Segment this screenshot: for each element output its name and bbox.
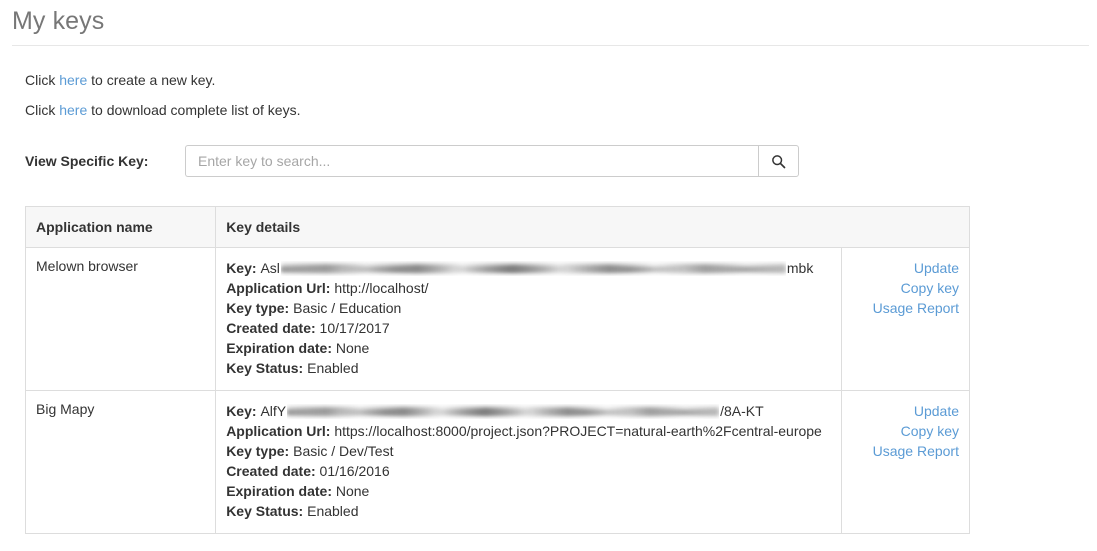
search-input-group <box>185 145 799 177</box>
intro-text-block: Click here to create a new key. Click he… <box>0 46 1097 117</box>
expiration-date-value: None <box>335 340 370 356</box>
key-type-label: Key type: <box>226 443 290 459</box>
create-new-key-link[interactable]: here <box>59 72 87 88</box>
application-name: Melown browser <box>36 258 138 274</box>
application-url-label: Application Url: <box>226 423 331 439</box>
created-date-label: Created date: <box>226 320 316 336</box>
key-type-row: Key type: Basic / Education <box>226 298 831 318</box>
cell-application-name: Big Mapy <box>25 390 217 534</box>
key-status-row: Key Status: Enabled <box>226 358 831 378</box>
created-date-value: 10/17/2017 <box>319 320 390 336</box>
key-status-value: Enabled <box>307 503 359 519</box>
created-date-label: Created date: <box>226 463 316 479</box>
expiration-date-value: None <box>335 483 370 499</box>
key-row: Key: Asl mbk <box>226 258 831 278</box>
download-keys-text-after: to download complete list of keys. <box>87 102 301 118</box>
create-key-text-after: to create a new key. <box>87 72 216 88</box>
download-keys-text-before: Click <box>25 102 60 118</box>
key-type-value: Basic / Education <box>293 300 402 316</box>
cell-application-name: Melown browser <box>25 247 217 391</box>
application-name: Big Mapy <box>36 401 95 417</box>
download-keys-instruction: Click here to download complete list of … <box>25 103 1097 117</box>
key-type-label: Key type: <box>226 300 290 316</box>
page-title: My keys <box>12 7 105 35</box>
key-label: Key: <box>226 403 257 419</box>
usage-report-link[interactable]: Usage Report <box>852 441 959 461</box>
key-status-row: Key Status: Enabled <box>226 501 831 521</box>
search-input[interactable] <box>185 145 758 177</box>
application-url-row: Application Url: http://localhost/ <box>226 278 831 298</box>
key-status-label: Key Status: <box>226 360 304 376</box>
key-value-suffix: /8A-KT <box>720 403 764 419</box>
cell-key-details: Key: AlfY /8A-KT Application Url: https:… <box>215 390 842 534</box>
search-icon <box>771 154 786 169</box>
application-url-value: http://localhost/ <box>334 280 429 296</box>
create-key-instruction: Click here to create a new key. <box>25 73 1097 87</box>
key-row: Key: AlfY /8A-KT <box>226 401 831 421</box>
application-url-value: https://localhost:8000/project.json?PROJ… <box>334 423 822 439</box>
usage-report-link[interactable]: Usage Report <box>852 298 959 318</box>
expiration-date-row: Expiration date: None <box>226 481 831 501</box>
create-key-text-before: Click <box>25 72 60 88</box>
keys-table: Application name Key details Melown brow… <box>24 206 970 534</box>
key-status-label: Key Status: <box>226 503 304 519</box>
table-row: Melown browser Key: Asl mbk Application … <box>25 247 970 391</box>
search-row: View Specific Key: <box>0 145 1097 177</box>
copy-key-link[interactable]: Copy key <box>852 421 959 441</box>
search-label: View Specific Key: <box>25 153 149 169</box>
table-header-row: Application name Key details <box>24 206 970 248</box>
cell-actions: Update Copy key Usage Report <box>840 390 970 534</box>
copy-key-link[interactable]: Copy key <box>852 278 959 298</box>
key-redaction-blur <box>287 404 719 419</box>
column-header-application-name: Application name <box>24 206 217 248</box>
created-date-row: Created date: 10/17/2017 <box>226 318 831 338</box>
key-type-row: Key type: Basic / Dev/Test <box>226 441 831 461</box>
expiration-date-label: Expiration date: <box>226 483 332 499</box>
key-value-prefix: Asl <box>260 260 280 276</box>
expiration-date-row: Expiration date: None <box>226 338 831 358</box>
expiration-date-label: Expiration date: <box>226 340 332 356</box>
key-value-prefix: AlfY <box>260 403 287 419</box>
table-row: Big Mapy Key: AlfY /8A-KT Application Ur… <box>25 390 970 534</box>
download-key-list-link[interactable]: here <box>59 102 87 118</box>
created-date-value: 01/16/2016 <box>319 463 390 479</box>
key-status-value: Enabled <box>307 360 359 376</box>
key-type-value: Basic / Dev/Test <box>293 443 394 459</box>
column-header-key-details: Key details <box>215 206 970 248</box>
cell-key-details: Key: Asl mbk Application Url: http://loc… <box>215 247 842 391</box>
application-url-label: Application Url: <box>226 280 331 296</box>
key-value-suffix: mbk <box>786 260 814 276</box>
application-url-row: Application Url: https://localhost:8000/… <box>226 421 831 441</box>
search-button[interactable] <box>758 145 799 177</box>
key-redaction-blur <box>281 261 786 276</box>
update-link[interactable]: Update <box>852 401 959 421</box>
cell-actions: Update Copy key Usage Report <box>840 247 970 391</box>
key-label: Key: <box>226 260 257 276</box>
update-link[interactable]: Update <box>852 258 959 278</box>
created-date-row: Created date: 01/16/2016 <box>226 461 831 481</box>
